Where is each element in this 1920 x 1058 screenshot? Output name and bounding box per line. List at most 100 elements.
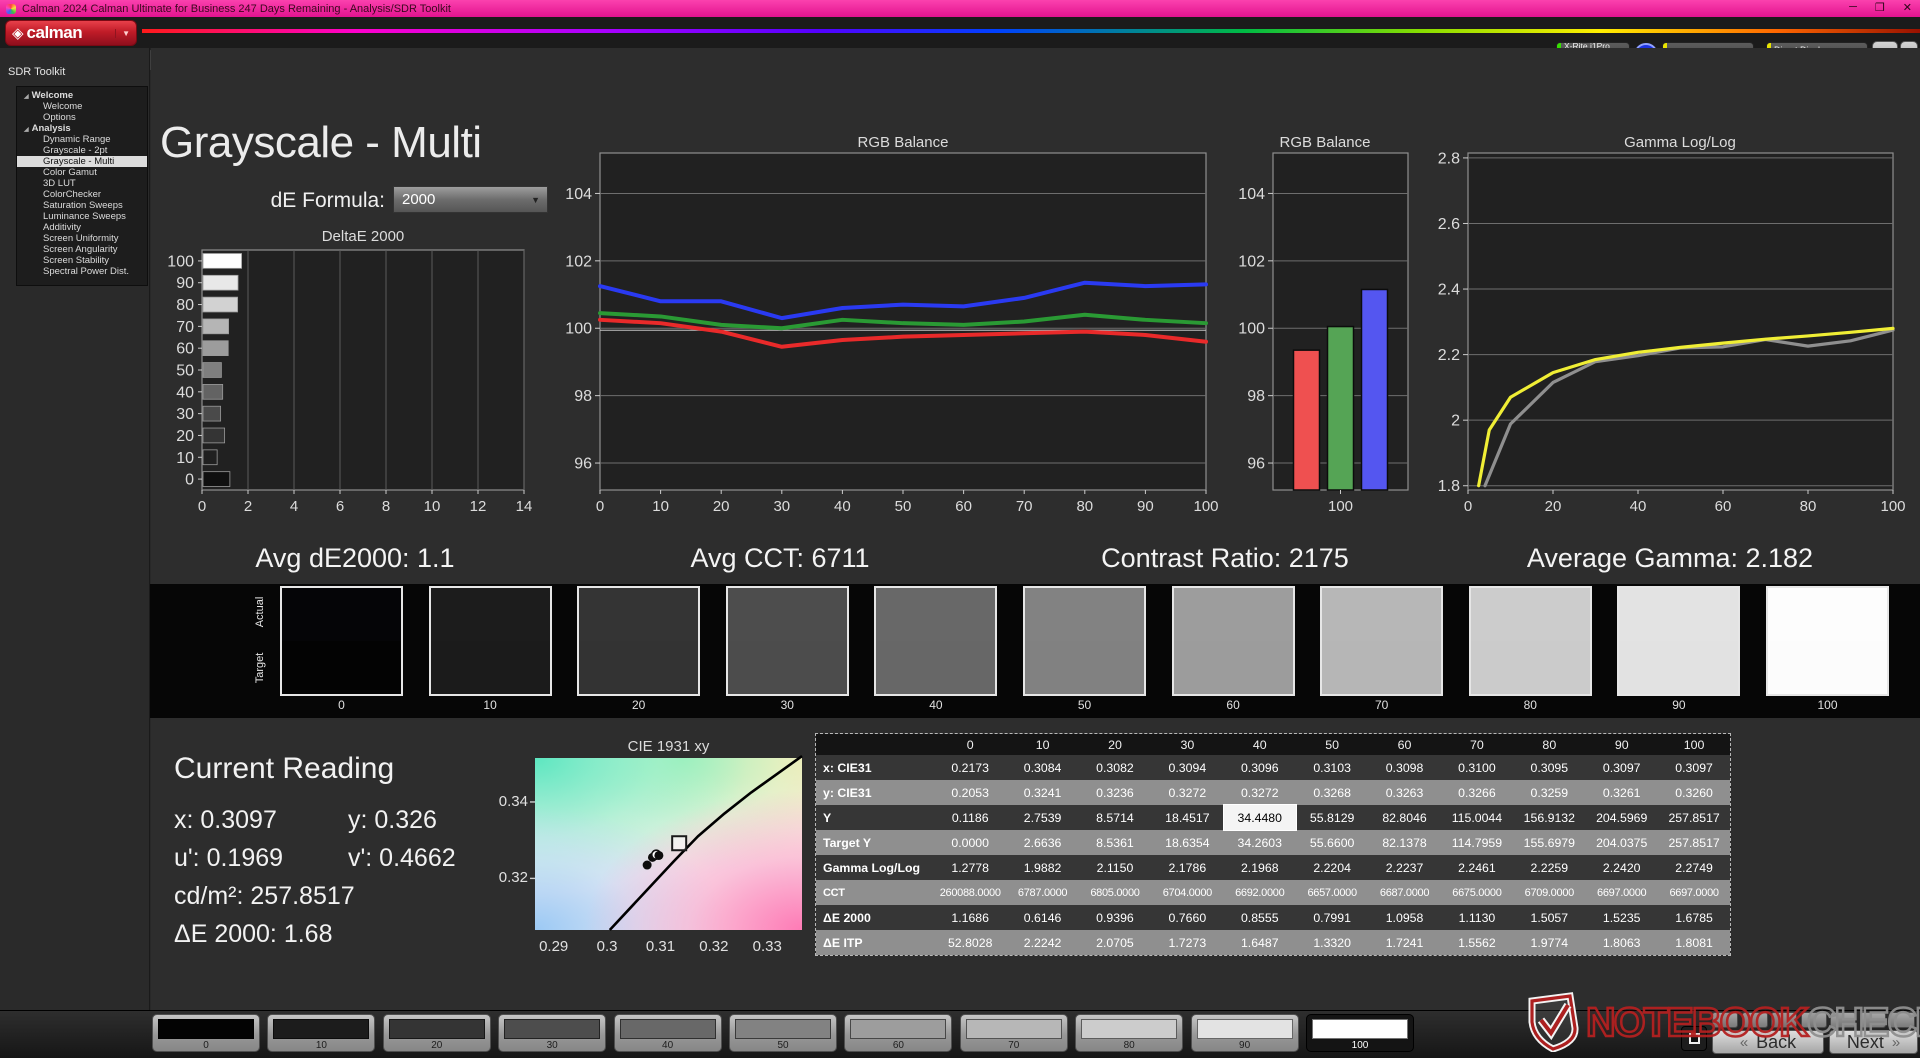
svg-text:102: 102 — [1238, 253, 1265, 270]
level-button-80[interactable]: 80 — [1075, 1014, 1184, 1052]
sidebar-item-options[interactable]: Options — [17, 112, 147, 123]
swatch-actual — [727, 588, 847, 641]
level-button-0[interactable]: 0 — [152, 1014, 260, 1052]
level-button-10[interactable]: 10 — [267, 1014, 376, 1052]
mini-toolbar-button[interactable] — [1800, 1012, 1827, 1028]
sidebar-item-grayscale-multi[interactable]: Grayscale - Multi — [17, 156, 147, 167]
table-cell: 1.2778 — [934, 855, 1007, 880]
table-cell: 115.0044 — [1440, 805, 1514, 830]
level-button-30[interactable]: 30 — [498, 1014, 607, 1052]
mini-toolbar-button[interactable] — [1830, 1012, 1856, 1028]
swatch-label: 70 — [1375, 698, 1389, 712]
sidebar-item-screen-uniformity[interactable]: Screen Uniformity — [17, 233, 147, 244]
table-cell: 0.7991 — [1295, 905, 1369, 930]
mini-toolbar-button[interactable] — [1712, 1012, 1738, 1028]
sidebar-item-luminance-sweeps[interactable]: Luminance Sweeps — [17, 211, 147, 222]
table-cell: 1.7241 — [1368, 930, 1441, 955]
svg-text:80: 80 — [1800, 498, 1817, 515]
page-title: Grayscale - Multi — [160, 118, 482, 167]
sidebar-item-screen-stability[interactable]: Screen Stability — [17, 255, 147, 266]
swatch-target — [1322, 641, 1442, 694]
sidebar-item-dynamic-range[interactable]: Dynamic Range — [17, 134, 147, 145]
workflow-title: SDR Toolkit — [8, 66, 66, 78]
deltae-2000-chart: 0 2 4 6 8 10 12 141009080706050403020100 — [167, 249, 532, 515]
maximize-icon[interactable]: ❒ — [1875, 1, 1885, 14]
swatch-actual — [579, 588, 699, 641]
deltae-chart-title: DeltaE 2000 — [321, 228, 405, 245]
calman-menu-button[interactable]: ◈ calman ▼ — [5, 20, 137, 46]
level-button-90[interactable]: 90 — [1190, 1014, 1299, 1052]
mini-toolbar-button[interactable] — [1771, 1012, 1797, 1028]
minimize-icon[interactable]: ─ — [1849, 1, 1857, 14]
svg-text:50: 50 — [176, 363, 194, 380]
reading-x: x: 0.3097 — [174, 806, 277, 834]
mini-toolbar-button[interactable] — [1889, 1012, 1915, 1028]
table-cell: 0.2173 — [934, 755, 1007, 780]
table-cell: 2.1968 — [1223, 855, 1296, 880]
reading-y: y: 0.326 — [348, 806, 437, 834]
results-table: 0 10 20 30 40 50 60 70 80 90 100 x: CIE31 0.2173 0.30… — [815, 733, 1731, 956]
table-cell: 1.3320 — [1295, 930, 1369, 955]
table-cell: 6692.0000 — [1223, 880, 1296, 905]
table-column-header: 70 — [1440, 734, 1514, 755]
svg-text:2.8: 2.8 — [1438, 150, 1460, 167]
stop-button[interactable] — [1681, 1026, 1707, 1051]
table-cell: 6709.0000 — [1513, 880, 1586, 905]
next-button[interactable]: Next » — [1829, 1030, 1918, 1054]
level-button-40[interactable]: 40 — [613, 1014, 722, 1052]
mini-toolbar-button[interactable] — [1859, 1012, 1886, 1028]
chevron-double-right-icon: » — [1891, 1033, 1901, 1051]
level-button-60[interactable]: 60 — [844, 1014, 953, 1052]
tree-expanded-icon: ◢ — [24, 127, 29, 133]
de-formula-select[interactable]: 2000 ▼ — [393, 186, 548, 213]
svg-text:50: 50 — [895, 498, 912, 515]
cie-axis-label: 0.34 — [498, 792, 528, 810]
swatch-level-100 — [1766, 586, 1889, 696]
level-swatch — [965, 1019, 1062, 1039]
table-cell: 204.5969 — [1585, 805, 1658, 830]
close-icon[interactable]: ✕ — [1903, 1, 1912, 14]
sidebar-item-analysis[interactable]: ◢ Analysis — [17, 123, 147, 134]
sidebar-item-3d-lut[interactable]: 3D LUT — [17, 178, 147, 189]
rgb-balance-bar-chart: 104 102 100 98 96 100 — [1238, 152, 1409, 515]
table-cell: 0.9396 — [1078, 905, 1152, 930]
sidebar-item-spectral-power-dist-[interactable]: Spectral Power Dist. — [17, 266, 147, 277]
svg-text:10: 10 — [176, 450, 194, 467]
table-cell: 55.6600 — [1295, 830, 1369, 855]
table-cell: 204.0375 — [1585, 830, 1658, 855]
svg-text:10: 10 — [424, 498, 441, 515]
table-cell: 0.3100 — [1440, 755, 1514, 780]
svg-text:60: 60 — [176, 341, 194, 358]
svg-text:10: 10 — [652, 498, 669, 515]
level-swatch — [1196, 1019, 1293, 1039]
back-button[interactable]: « Back — [1712, 1030, 1824, 1054]
table-cell: 0.3261 — [1585, 780, 1658, 805]
sidebar-item-colorchecker[interactable]: ColorChecker — [17, 189, 147, 200]
table-cell: 1.8063 — [1585, 930, 1658, 955]
svg-text:100: 100 — [1880, 498, 1905, 515]
sidebar-item-color-gamut[interactable]: Color Gamut — [17, 167, 147, 178]
sidebar-item-saturation-sweeps[interactable]: Saturation Sweeps — [17, 200, 147, 211]
sidebar-item-additivity[interactable]: Additivity — [17, 222, 147, 233]
table-cell: 0.3103 — [1295, 755, 1369, 780]
level-button-20[interactable]: 20 — [382, 1014, 491, 1052]
grayscale-swatch-band: Actual Target 0 10 20 30 40 50 60 70 80 90 100 — [150, 584, 1920, 718]
table-cell: 156.9132 — [1513, 805, 1586, 830]
level-button-70[interactable]: 70 — [959, 1014, 1068, 1052]
level-button-50[interactable]: 50 — [729, 1014, 837, 1052]
level-swatch — [504, 1019, 601, 1039]
level-button-100[interactable]: 100 — [1306, 1014, 1414, 1052]
de-formula-label: dE Formula: — [270, 189, 385, 212]
swatch-label: 100 — [1817, 698, 1838, 712]
swatch-label: 30 — [780, 698, 794, 712]
table-column-header: 40 — [1223, 734, 1296, 755]
mini-toolbar-button[interactable] — [1741, 1012, 1768, 1028]
sidebar-item-welcome[interactable]: ◢ Welcome — [17, 90, 147, 101]
sidebar-item-screen-angularity[interactable]: Screen Angularity — [17, 244, 147, 255]
swatch-level-50 — [1023, 586, 1146, 696]
sidebar-item-welcome[interactable]: Welcome — [17, 101, 147, 112]
table-cell: 0.3259 — [1513, 780, 1586, 805]
level-label: 0 — [203, 1040, 209, 1051]
sidebar-item-grayscale-2pt[interactable]: Grayscale - 2pt — [17, 145, 147, 156]
svg-text:104: 104 — [1238, 186, 1265, 203]
